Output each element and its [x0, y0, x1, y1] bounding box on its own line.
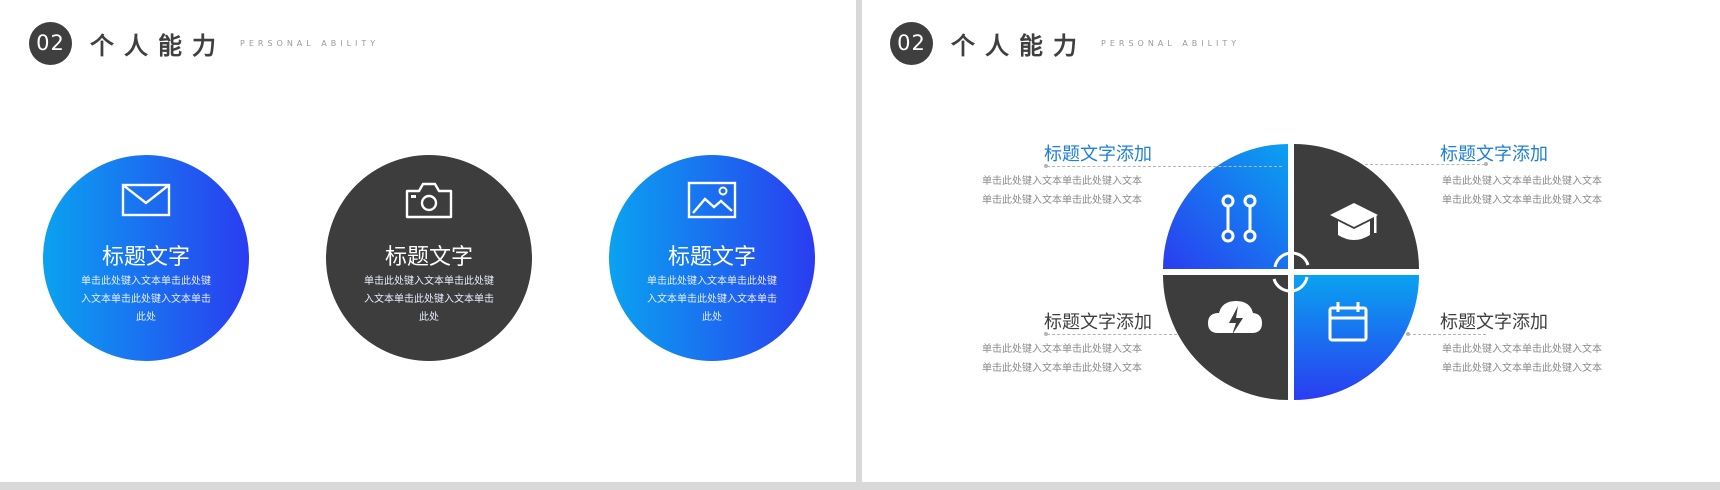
quadrant-diagram [1163, 144, 1419, 400]
bottom-strip [0, 482, 1720, 490]
item-3-title: 标题文字添加 [1044, 312, 1152, 333]
card-body: 单击此处键入文本单击此处键入文本单击此处键入文本单击此处 [81, 276, 211, 323]
connector-line [1047, 334, 1177, 335]
section-number-badge: 02 [890, 21, 933, 65]
item-1-title: 标题文字添加 [1044, 144, 1152, 165]
ability-card-1: 标题文字 单击此处键入文本单击此处键入文本单击此处键入文本单击此处 [43, 155, 249, 361]
card-title: 标题文字 [101, 245, 190, 270]
item-3-text-1: 单击此处键入文本单击此处键入文本 [982, 344, 1142, 355]
slide-right: 02 个人能力 PERSONAL ABILITY 标题文字添加 单击此处键入文本… [862, 0, 1720, 482]
item-1-text-2: 单击此处键入文本单击此处键入文本 [982, 195, 1142, 206]
item-4-text-1: 单击此处键入文本单击此处键入文本 [1442, 344, 1602, 355]
connector-line [1408, 334, 1486, 335]
card-title: 标题文字 [667, 245, 756, 270]
image-icon [687, 181, 737, 219]
item-2-title: 标题文字添加 [1440, 144, 1548, 165]
connector-dot [1044, 164, 1048, 168]
envelope-icon [121, 183, 171, 217]
item-3-text-2: 单击此处键入文本单击此处键入文本 [982, 363, 1142, 374]
quadrant-bottom-left [1163, 275, 1288, 400]
ability-card-2: 标题文字 单击此处键入文本单击此处键入文本单击此处键入文本单击此处 [326, 155, 532, 361]
connector-dot [1406, 332, 1410, 336]
item-1-text-1: 单击此处键入文本单击此处键入文本 [982, 176, 1142, 187]
camera-icon [405, 182, 453, 219]
section-subtitle: PERSONAL ABILITY [240, 38, 380, 48]
section-subtitle: PERSONAL ABILITY [1101, 38, 1241, 48]
connector-line [1365, 164, 1485, 165]
slide-left: 02 个人能力 PERSONAL ABILITY 标题文字 单击此处键入文本单击… [0, 0, 856, 482]
slide-header: 02 个人能力 PERSONAL ABILITY [29, 21, 379, 65]
item-2-text-1: 单击此处键入文本单击此处键入文本 [1442, 176, 1602, 187]
section-title: 个人能力 [90, 31, 226, 60]
item-2-text-2: 单击此处键入文本单击此处键入文本 [1442, 195, 1602, 206]
item-4-title: 标题文字添加 [1440, 312, 1548, 333]
connector-dot [1484, 162, 1488, 166]
connector-line [1047, 166, 1282, 167]
card-body: 单击此处键入文本单击此处键入文本单击此处键入文本单击此处 [647, 276, 777, 323]
slide-header: 02 个人能力 PERSONAL ABILITY [890, 21, 1240, 65]
quadrant-bottom-right [1294, 275, 1419, 400]
card-title: 标题文字 [384, 245, 473, 270]
item-4-text-2: 单击此处键入文本单击此处键入文本 [1442, 363, 1602, 374]
section-title: 个人能力 [951, 31, 1087, 60]
section-number-badge: 02 [29, 21, 72, 65]
cycle-arrows-icon [1272, 251, 1310, 293]
ability-card-3: 标题文字 单击此处键入文本单击此处键入文本单击此处键入文本单击此处 [609, 155, 815, 361]
connector-dot [1044, 332, 1048, 336]
card-body: 单击此处键入文本单击此处键入文本单击此处键入文本单击此处 [364, 276, 494, 323]
